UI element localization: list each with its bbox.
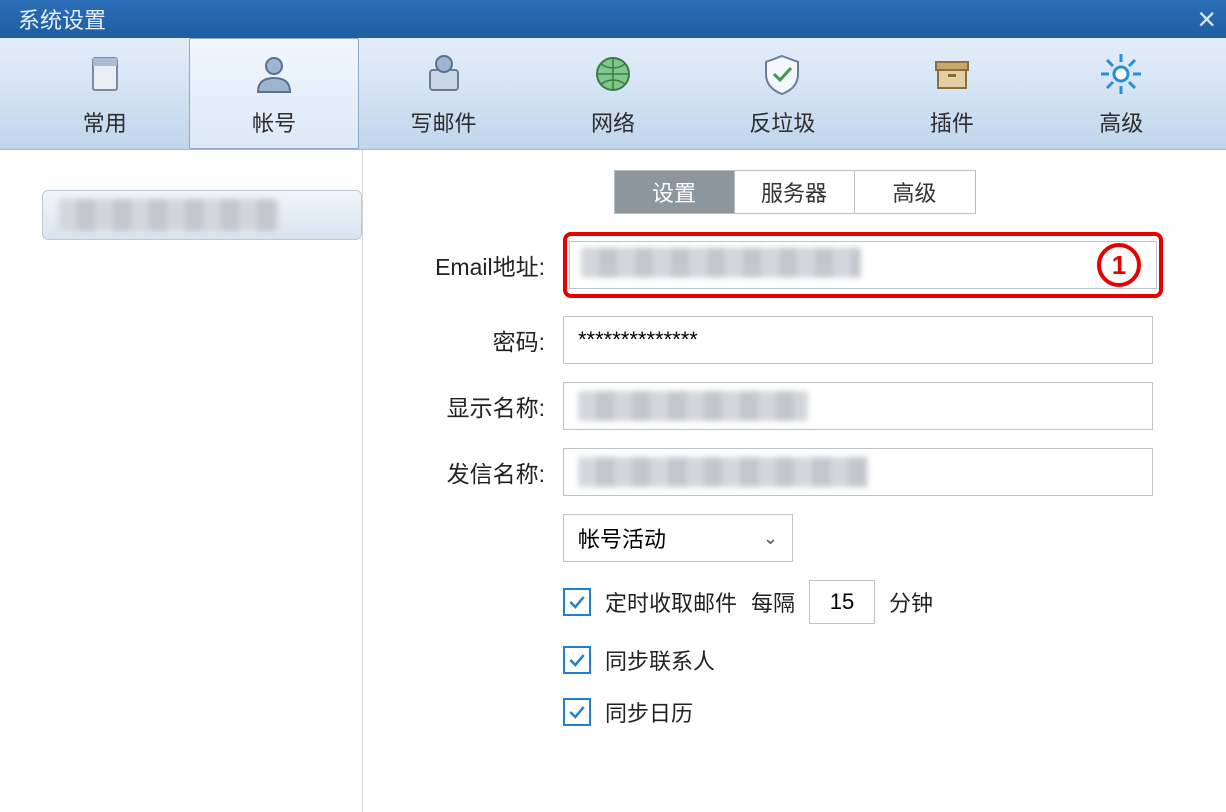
toolbar-label: 反垃圾 — [749, 106, 815, 138]
toolbar: 常用 帐号 写邮件 网络 反垃圾 插件 高级 — [0, 38, 1226, 150]
toolbar-label: 常用 — [83, 106, 127, 138]
toolbar-label: 写邮件 — [411, 106, 477, 138]
sync-contacts-label: 同步联系人 — [605, 644, 715, 676]
password-input[interactable] — [563, 316, 1153, 364]
display-name-input[interactable] — [563, 382, 1153, 430]
email-highlight-annotation: 1 — [563, 232, 1163, 298]
toolbar-item-plugins[interactable]: 插件 — [867, 38, 1036, 149]
toolbar-item-advanced[interactable]: 高级 — [1037, 38, 1206, 149]
redacted-display-name — [578, 391, 808, 421]
toolbar-item-account[interactable]: 帐号 — [189, 38, 358, 149]
toolbar-label: 插件 — [930, 106, 974, 138]
sender-name-label: 发信名称: — [393, 455, 563, 489]
sync-contacts-checkbox[interactable] — [563, 646, 591, 674]
gear-icon — [1097, 50, 1145, 98]
fetch-scheduled-checkbox[interactable] — [563, 588, 591, 616]
email-label: Email地址: — [393, 248, 563, 282]
tab-server[interactable]: 服务器 — [735, 171, 855, 213]
toolbar-label: 帐号 — [252, 106, 296, 138]
interval-prefix: 每隔 — [751, 586, 795, 618]
fetch-interval-input[interactable] — [809, 580, 875, 624]
password-label: 密码: — [393, 323, 563, 357]
sender-name-input[interactable] — [563, 448, 1153, 496]
account-sidebar — [0, 150, 363, 812]
redacted-account-name — [59, 199, 279, 231]
display-name-label: 显示名称: — [393, 389, 563, 423]
sync-calendar-label: 同步日历 — [605, 696, 693, 728]
shield-icon — [758, 50, 806, 98]
select-value: 帐号活动 — [578, 522, 666, 554]
window-title: 系统设置 — [18, 3, 106, 35]
account-settings-panel: 设置 服务器 高级 Email地址: 1 密码: 显示名称: — [363, 150, 1226, 812]
account-list-item[interactable] — [42, 190, 362, 240]
toolbar-item-network[interactable]: 网络 — [528, 38, 697, 149]
account-status-select[interactable]: 帐号活动 ⌄ — [563, 514, 793, 562]
close-icon[interactable]: × — [1197, 1, 1216, 38]
chevron-down-icon: ⌄ — [763, 528, 778, 549]
archive-icon — [928, 50, 976, 98]
sync-calendar-checkbox[interactable] — [563, 698, 591, 726]
compose-icon — [420, 50, 468, 98]
annotation-marker: 1 — [1097, 243, 1141, 287]
person-icon — [250, 50, 298, 98]
toolbar-item-general[interactable]: 常用 — [20, 38, 189, 149]
settings-tabs: 设置 服务器 高级 — [393, 170, 1196, 214]
toolbar-label: 高级 — [1099, 106, 1143, 138]
globe-icon — [589, 50, 637, 98]
interval-suffix: 分钟 — [889, 586, 933, 618]
redacted-email — [581, 248, 861, 278]
redacted-sender-name — [578, 457, 868, 487]
toolbar-label: 网络 — [591, 106, 635, 138]
tab-advanced[interactable]: 高级 — [855, 171, 975, 213]
titlebar: 系统设置 × — [0, 0, 1226, 38]
body: 设置 服务器 高级 Email地址: 1 密码: 显示名称: — [0, 150, 1226, 812]
fetch-scheduled-label: 定时收取邮件 — [605, 586, 737, 618]
toolbar-item-compose[interactable]: 写邮件 — [359, 38, 528, 149]
toolbar-item-antispam[interactable]: 反垃圾 — [698, 38, 867, 149]
window-icon — [81, 50, 129, 98]
tab-settings[interactable]: 设置 — [615, 171, 735, 213]
